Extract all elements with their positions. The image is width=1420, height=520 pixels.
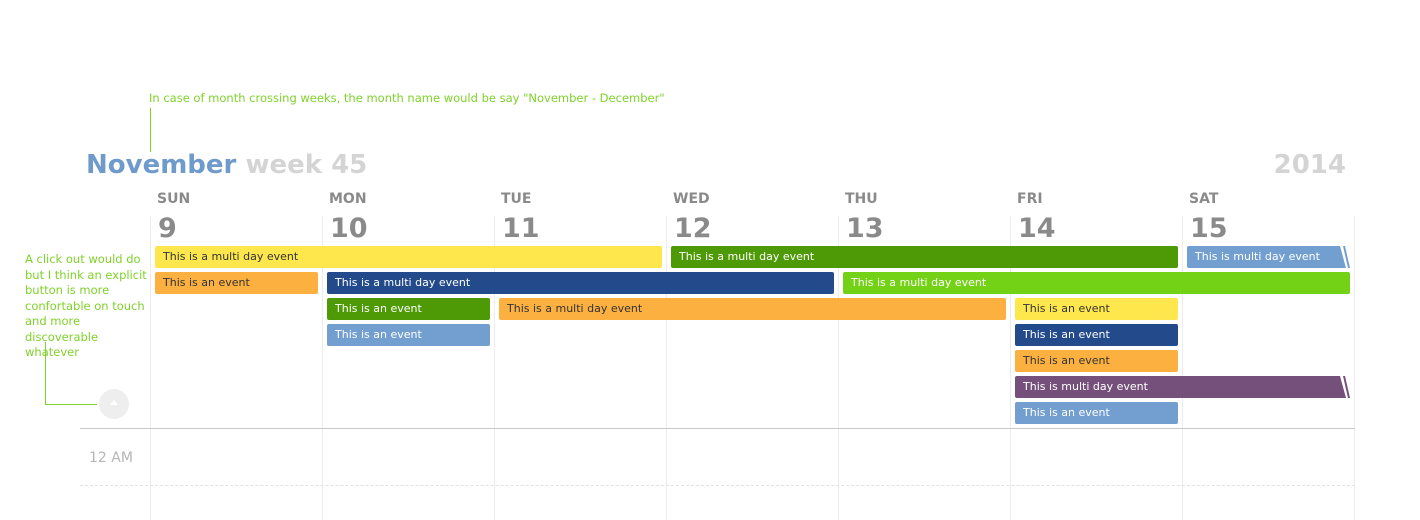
calendar-event[interactable]: This is an event: [327, 324, 490, 346]
event-label: This is an event: [335, 328, 422, 341]
day-name-sat: SAT: [1189, 191, 1219, 207]
day-number-sat[interactable]: 15: [1190, 212, 1228, 246]
event-label: This is an event: [1023, 354, 1110, 367]
calendar-event[interactable]: This is an event: [1015, 402, 1178, 424]
month-name: November: [86, 150, 237, 180]
all-day-separator: [80, 428, 1355, 429]
day-number-mon[interactable]: 10: [330, 212, 368, 246]
event-label: This is an event: [163, 276, 250, 289]
continues-next-week-icon: [1336, 376, 1350, 398]
day-name-mon: MON: [329, 191, 367, 207]
day-column-divider: [1182, 216, 1183, 520]
event-label: This is an event: [335, 302, 422, 315]
event-label: This is a multi day event: [335, 276, 471, 289]
day-name-wed: WED: [673, 191, 710, 207]
day-name-thu: THU: [845, 191, 878, 207]
page-title: November week 45: [86, 148, 367, 182]
day-number-tue[interactable]: 11: [502, 212, 540, 246]
time-label: 12 AM: [89, 450, 133, 466]
calendar-event[interactable]: This is multi day event: [1015, 376, 1350, 398]
day-number-wed[interactable]: 12: [674, 212, 712, 246]
event-label: This is a multi day event: [679, 250, 815, 263]
continues-next-week-icon: [1336, 246, 1350, 268]
day-name-tue: TUE: [501, 191, 532, 207]
annotation-pointer-line: [150, 108, 151, 152]
calendar-event[interactable]: This is an event: [1015, 298, 1178, 320]
collapse-events-button[interactable]: [99, 389, 129, 419]
event-label: This is an event: [1023, 328, 1110, 341]
day-column-divider: [666, 216, 667, 520]
calendar-event[interactable]: This is an event: [155, 272, 318, 294]
calendar-event[interactable]: This is an event: [327, 298, 490, 320]
event-label: This is multi day event: [1195, 250, 1320, 263]
event-label: This is a multi day event: [163, 250, 299, 263]
event-label: This is a multi day event: [851, 276, 987, 289]
event-label: This is an event: [1023, 406, 1110, 419]
annotation-pointer-line: [45, 342, 46, 405]
day-number-sun[interactable]: 9: [158, 212, 177, 246]
day-name-sun: SUN: [157, 191, 191, 207]
calendar-event[interactable]: This is a multi day event: [155, 246, 662, 268]
calendar-event[interactable]: This is a multi day event: [499, 298, 1006, 320]
day-column-divider: [150, 216, 151, 520]
calendar-event[interactable]: This is an event: [1015, 350, 1178, 372]
day-column-divider: [1354, 216, 1355, 520]
calendar-event[interactable]: This is an event: [1015, 324, 1178, 346]
annotation-month-crossing: In case of month crossing weeks, the mon…: [149, 91, 665, 105]
day-number-fri[interactable]: 14: [1018, 212, 1056, 246]
calendar-event[interactable]: This is a multi day event: [671, 246, 1178, 268]
calendar-event[interactable]: This is multi day event: [1187, 246, 1350, 268]
event-label: This is a multi day event: [507, 302, 643, 315]
day-number-thu[interactable]: 13: [846, 212, 884, 246]
year-label: 2014: [1273, 150, 1346, 180]
event-label: This is multi day event: [1023, 380, 1148, 393]
annotation-pointer-line: [45, 404, 97, 405]
event-label: This is an event: [1023, 302, 1110, 315]
calendar-event[interactable]: This is a multi day event: [327, 272, 834, 294]
day-name-fri: FRI: [1017, 191, 1043, 207]
half-hour-separator: [80, 485, 1355, 486]
week-label: week 45: [245, 150, 368, 180]
calendar-event[interactable]: This is a multi day event: [843, 272, 1350, 294]
